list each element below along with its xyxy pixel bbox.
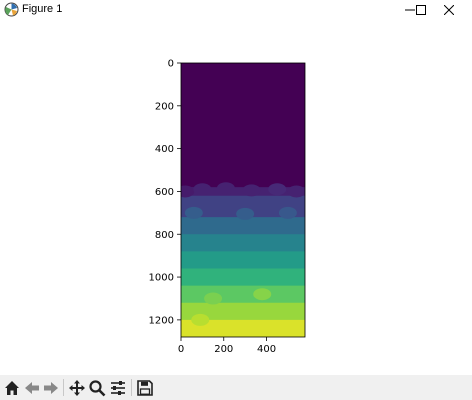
heatmap-band bbox=[181, 285, 305, 304]
forward-icon bbox=[44, 382, 58, 394]
configure-icon bbox=[111, 381, 125, 395]
heatmap-patch bbox=[268, 183, 287, 196]
y-tick-label: 400 bbox=[155, 144, 174, 155]
window-titlebar: Figure 1 bbox=[0, 0, 472, 19]
configure-subplots-button[interactable] bbox=[108, 378, 128, 398]
toolbar-separator bbox=[131, 379, 132, 396]
x-axis: 0 200 400 bbox=[178, 337, 276, 355]
heatmap-image bbox=[181, 63, 305, 337]
home-icon bbox=[5, 381, 19, 395]
heatmap-band bbox=[181, 63, 305, 188]
heatmap-patch bbox=[242, 184, 261, 197]
x-tick-label: 200 bbox=[214, 344, 233, 355]
window-title: Figure 1 bbox=[22, 3, 63, 15]
heatmap-patch bbox=[184, 206, 203, 219]
heatmap-patch bbox=[191, 313, 210, 326]
figure-svg: 0 200 400 0 200 400 600 800 1000 1200 bbox=[149, 59, 306, 355]
y-tick-label: 800 bbox=[155, 230, 174, 241]
figure-canvas[interactable]: 0 200 400 0 200 400 600 800 1000 1200 bbox=[0, 19, 472, 375]
heatmap-patch bbox=[236, 320, 255, 333]
matplotlib-app-icon bbox=[4, 2, 19, 17]
back-icon bbox=[25, 382, 39, 394]
back-button[interactable] bbox=[22, 378, 42, 398]
pan-button[interactable] bbox=[67, 378, 87, 398]
heatmap-band bbox=[181, 234, 305, 252]
heatmap-patch bbox=[287, 185, 305, 198]
heatmap-patch bbox=[204, 292, 223, 305]
y-tick-label: 200 bbox=[155, 101, 174, 112]
zoom-icon bbox=[89, 380, 106, 397]
x-tick-label: 0 bbox=[178, 344, 184, 355]
y-tick-label: 1200 bbox=[149, 315, 174, 326]
maximize-icon bbox=[416, 4, 426, 15]
y-tick-label: 0 bbox=[168, 59, 174, 70]
forward-button[interactable] bbox=[41, 378, 61, 398]
heatmap-patch bbox=[216, 182, 235, 195]
y-axis: 0 200 400 600 800 1000 1200 bbox=[149, 59, 181, 326]
y-tick-label: 600 bbox=[155, 187, 174, 198]
navigation-toolbar bbox=[0, 375, 472, 400]
heatmap-patch bbox=[236, 207, 255, 220]
toolbar-separator bbox=[63, 379, 64, 396]
x-tick-label: 400 bbox=[257, 344, 276, 355]
heatmap-patch bbox=[253, 288, 272, 301]
y-tick-label: 1000 bbox=[149, 273, 174, 284]
close-icon bbox=[444, 4, 454, 15]
heatmap-band bbox=[181, 251, 305, 269]
heatmap-band bbox=[181, 217, 305, 235]
heatmap-patch bbox=[193, 183, 212, 196]
pan-icon bbox=[69, 380, 85, 396]
save-icon bbox=[137, 380, 153, 396]
home-button[interactable] bbox=[2, 378, 22, 398]
heatmap-patch bbox=[278, 206, 297, 219]
save-button[interactable] bbox=[135, 378, 155, 398]
heatmap-band bbox=[181, 268, 305, 287]
zoom-button[interactable] bbox=[87, 378, 107, 398]
close-button[interactable] bbox=[426, 0, 472, 19]
